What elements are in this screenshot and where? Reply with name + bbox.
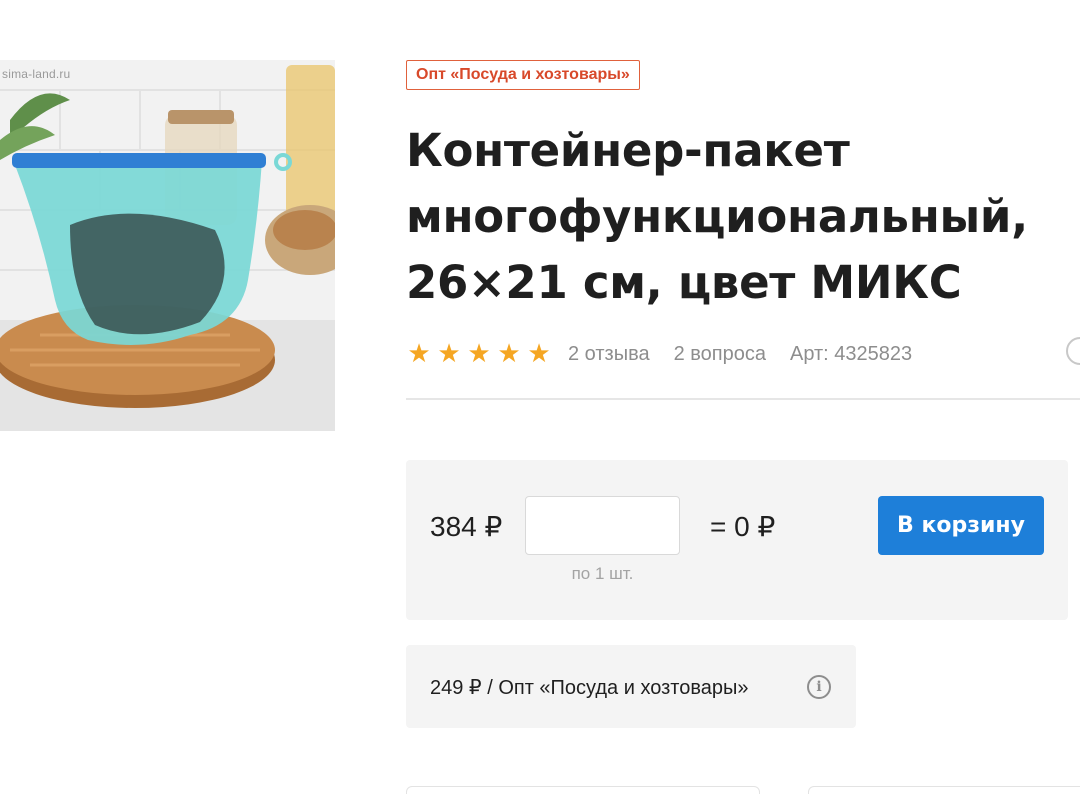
- purchase-panel: 384 ₽ по 1 шт. = 0 ₽ В корзину: [406, 460, 1068, 620]
- bottom-card: [406, 786, 760, 794]
- star-icon: ★: [437, 339, 461, 369]
- wholesale-category-badge[interactable]: Опт «Посуда и хозтовары»: [406, 60, 640, 90]
- unit-price: 384 ₽: [430, 511, 503, 542]
- product-title: Контейнер-пакет многофункциональный, 26×…: [406, 124, 1028, 309]
- product-photo: [0, 60, 335, 431]
- heart-icon[interactable]: [1066, 337, 1080, 365]
- wholesale-price-panel: 249 ₽ / Опт «Посуда и хозтовары» i: [406, 645, 856, 728]
- total-price: = 0 ₽: [710, 511, 776, 542]
- reviews-link[interactable]: 2 отзыва: [568, 343, 650, 366]
- divider: [406, 398, 1080, 400]
- add-to-cart-button[interactable]: В корзину: [878, 496, 1044, 555]
- quantity-hint: по 1 шт.: [571, 564, 634, 583]
- star-icon: ★: [527, 339, 551, 369]
- questions-link[interactable]: 2 вопроса: [674, 343, 766, 366]
- star-icon: ★: [407, 339, 431, 369]
- image-watermark: sima-land.ru: [2, 67, 71, 81]
- star-icon: ★: [467, 339, 491, 369]
- quantity-input[interactable]: [525, 496, 680, 555]
- star-icon: ★: [497, 339, 521, 369]
- rating-stars[interactable]: ★ ★ ★ ★ ★: [406, 341, 556, 367]
- wholesale-price: 249 ₽ / Опт «Посуда и хозтовары»: [430, 677, 749, 699]
- article-number: Арт: 4325823: [790, 342, 913, 365]
- product-image[interactable]: sima-land.ru: [0, 60, 335, 431]
- product-meta: ★ ★ ★ ★ ★ 2 отзыва 2 вопроса Арт: 432582…: [406, 338, 912, 370]
- bottom-card: [808, 786, 1080, 794]
- info-icon[interactable]: i: [807, 675, 831, 699]
